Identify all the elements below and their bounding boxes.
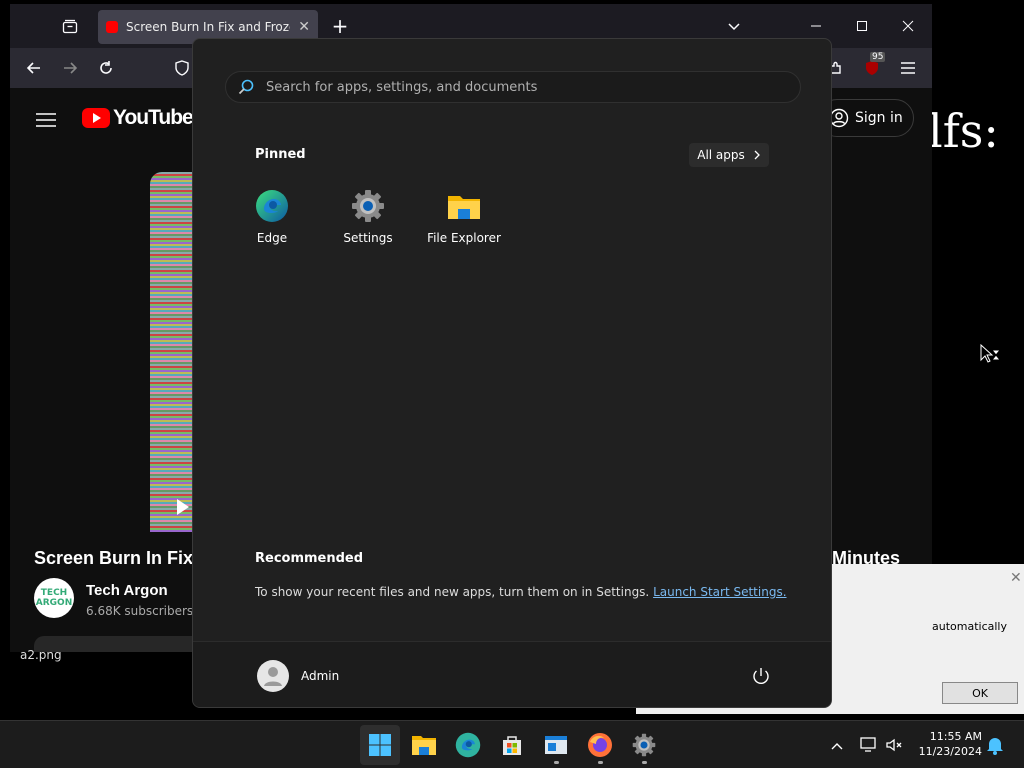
background-document-text: lfs: (928, 104, 999, 158)
busy-cursor-icon (980, 343, 1002, 366)
new-tab-button[interactable]: + (326, 12, 354, 40)
extension-badge-count: 95 (870, 52, 886, 62)
recommended-heading: Recommended (255, 551, 364, 566)
running-indicator (642, 761, 647, 764)
settings-gear-icon (352, 190, 384, 222)
taskbar: 11:55 AM 11/23/2024 (0, 720, 1024, 768)
youtube-logo[interactable]: YouTube (82, 106, 194, 130)
tab-title: Screen Burn In Fix and Frozen P (126, 20, 290, 34)
power-button[interactable] (749, 664, 773, 688)
close-window-icon[interactable] (894, 12, 922, 40)
youtube-play-logo-icon (82, 108, 110, 128)
close-tab-icon[interactable]: ✕ (298, 19, 310, 35)
pinned-app-label: File Explorer (427, 231, 501, 245)
system-clock[interactable]: 11:55 AM 11/23/2024 (912, 729, 982, 759)
youtube-favicon-icon (106, 21, 118, 33)
subscriber-count: 6.68K subscribers (86, 604, 194, 618)
edge-icon (256, 190, 288, 222)
user-name: Admin (301, 669, 340, 683)
search-placeholder: Search for apps, settings, and documents (266, 79, 538, 95)
window-app-icon (545, 736, 567, 754)
start-button[interactable] (360, 725, 400, 765)
start-menu-footer: Admin (193, 641, 831, 707)
list-all-tabs-chevron-icon[interactable] (720, 12, 748, 40)
edge-icon (455, 732, 481, 758)
hamburger-menu-icon[interactable] (894, 54, 922, 82)
pinned-app-label: Settings (343, 231, 393, 245)
search-icon (238, 79, 254, 95)
volume-muted-icon[interactable] (884, 735, 906, 757)
all-apps-button[interactable]: All apps (689, 143, 769, 167)
ok-button[interactable]: OK (942, 682, 1018, 704)
taskbar-control-panel[interactable] (536, 725, 576, 765)
video-thumbnail[interactable] (150, 172, 192, 532)
windows-logo-icon (369, 734, 391, 756)
ublock-extension-icon[interactable]: 95 (858, 52, 886, 82)
youtube-logo-text: YouTube (113, 106, 194, 129)
all-apps-label: All apps (697, 148, 745, 162)
channel-avatar[interactable]: TECH ARGON (34, 578, 74, 618)
channel-name[interactable]: Tech Argon (86, 582, 168, 599)
maximize-window-icon[interactable] (848, 12, 876, 40)
taskbar-edge[interactable] (448, 725, 488, 765)
close-icon[interactable]: ✕ (1010, 570, 1022, 586)
chevron-right-icon (754, 150, 760, 160)
start-search-box[interactable]: Search for apps, settings, and documents (225, 71, 801, 103)
pinned-app-edge[interactable]: Edge (224, 189, 320, 245)
recommended-message: To show your recent files and new apps, … (255, 585, 787, 599)
recommended-text: To show your recent files and new apps, … (255, 585, 650, 599)
pinned-app-file-explorer[interactable]: File Explorer (416, 189, 512, 245)
taskbar-firefox[interactable] (580, 725, 620, 765)
minimize-window-icon[interactable] (802, 12, 830, 40)
folder-icon (412, 736, 436, 755)
show-hidden-icons-chevron[interactable] (826, 735, 848, 757)
user-silhouette-icon (264, 667, 282, 686)
video-title: Screen Burn In Fix (34, 548, 194, 568)
folder-icon (448, 196, 480, 219)
pinned-app-settings[interactable]: Settings (320, 189, 416, 245)
store-bag-icon (503, 736, 521, 755)
avatar (257, 660, 289, 692)
chevron-up-icon (831, 743, 843, 750)
clock-date: 11/23/2024 (918, 745, 982, 758)
account-circle-icon (829, 108, 849, 128)
tab-list-icon[interactable] (56, 12, 84, 40)
play-icon[interactable] (176, 498, 190, 516)
reload-icon[interactable] (92, 54, 120, 82)
sign-in-button[interactable]: Sign in (818, 99, 914, 137)
taskbar-microsoft-store[interactable] (492, 725, 532, 765)
start-menu: Search for apps, settings, and documents… (192, 38, 832, 708)
notification-bell-icon[interactable] (986, 735, 1008, 757)
guide-menu-icon[interactable] (32, 106, 60, 134)
power-icon (753, 668, 769, 685)
settings-gear-icon (632, 733, 656, 757)
firefox-icon (588, 733, 612, 757)
notification-text: automatically (932, 620, 1007, 633)
taskbar-file-explorer[interactable] (404, 725, 444, 765)
running-indicator (598, 761, 603, 764)
sign-in-label: Sign in (855, 110, 903, 126)
taskbar-settings[interactable] (624, 725, 664, 765)
file-label: a2.png (20, 648, 62, 662)
pinned-app-label: Edge (256, 231, 288, 245)
network-icon[interactable] (858, 735, 880, 757)
launch-start-settings-link[interactable]: Launch Start Settings. (653, 585, 786, 599)
running-indicator (554, 761, 559, 764)
back-arrow-icon[interactable] (20, 54, 48, 82)
pinned-heading: Pinned (255, 147, 306, 162)
clock-time: 11:55 AM (929, 730, 982, 743)
forward-arrow-icon[interactable] (56, 54, 84, 82)
